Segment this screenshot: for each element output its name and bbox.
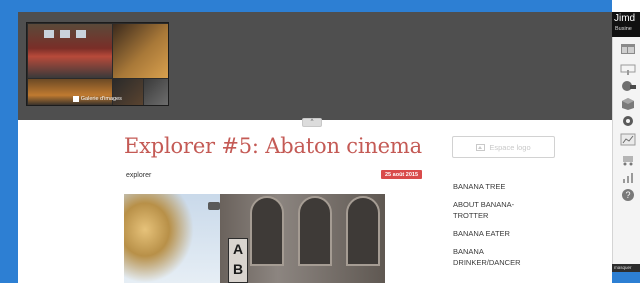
image-gallery-widget[interactable]: Galerie d'images <box>26 22 169 106</box>
settings-gear-icon[interactable] <box>620 114 636 128</box>
brand-name: Jimd <box>614 13 636 24</box>
post-date-badge: 25 août 2015 <box>381 170 423 179</box>
brand-plan: Busine <box>615 26 632 32</box>
nav-item-banana-drinker[interactable]: BANANA DRINKER/DANCER <box>453 246 531 268</box>
editor-corner-border <box>612 272 640 283</box>
text-icon[interactable] <box>620 61 636 75</box>
post-category-link[interactable]: explorer <box>126 172 151 179</box>
tree-foliage <box>124 194 194 283</box>
building-arch <box>346 196 380 266</box>
nav-item-banana-tree[interactable]: BANANA TREE <box>453 181 563 192</box>
svg-text:?: ? <box>625 190 630 200</box>
chevron-up-icon: ^ <box>310 119 314 125</box>
stats-icon[interactable] <box>620 132 636 146</box>
cinema-vertical-sign: A B <box>228 238 248 283</box>
cart-icon[interactable] <box>620 152 636 166</box>
shop-box-icon[interactable] <box>620 96 636 110</box>
editor-top-border <box>0 0 612 12</box>
collapse-header-toggle[interactable]: ^ <box>302 118 322 127</box>
hide-toolbar-button[interactable]: masquer <box>612 264 640 272</box>
logo-placeholder[interactable]: Espace logo <box>452 136 555 158</box>
image-icon <box>476 143 486 151</box>
hide-toolbar-label: masquer <box>614 265 632 270</box>
help-icon[interactable]: ? <box>620 188 636 202</box>
toolbar-brand: Jimd Busine <box>612 12 640 37</box>
gallery-caption-label: Galerie d'images <box>80 96 122 102</box>
gallery-photo-lobby <box>113 24 168 78</box>
gallery-photo-facade <box>28 24 112 78</box>
sidebar-navigation: BANANA TREE ABOUT BANANA-TROTTER BANANA … <box>453 181 563 275</box>
building-arch <box>250 196 284 266</box>
editor-frame: Galerie d'images ^ Explorer #5: Abaton c… <box>0 0 640 283</box>
building-arch <box>298 196 332 266</box>
design-icon[interactable] <box>620 78 636 92</box>
chart-icon[interactable] <box>620 170 636 184</box>
grid-icon <box>73 96 79 102</box>
street-lamp <box>208 202 220 210</box>
nav-item-about[interactable]: ABOUT BANANA-TROTTER <box>453 199 523 221</box>
post-title: Explorer #5: Abaton cinema <box>124 134 422 158</box>
nav-item-banana-eater[interactable]: BANANA EATER <box>453 228 563 239</box>
logo-placeholder-label: Espace logo <box>489 142 531 152</box>
editor-left-border <box>0 0 18 283</box>
post-hero-image[interactable]: A B <box>124 194 385 283</box>
layout-icon[interactable] <box>620 42 636 56</box>
gallery-caption: Galerie d'images <box>27 96 168 102</box>
